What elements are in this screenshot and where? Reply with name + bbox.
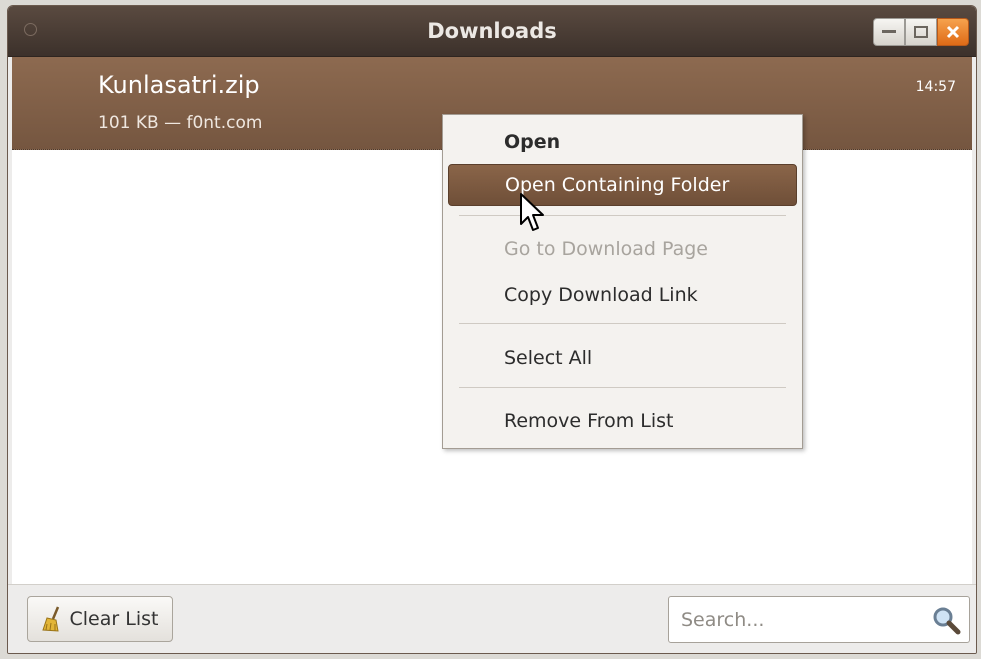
magnifier-icon[interactable] — [931, 605, 961, 635]
broom-icon — [41, 606, 59, 632]
window-title: Downloads — [427, 19, 557, 43]
menu-item-label: Open — [504, 131, 561, 153]
menu-item-remove-from-list[interactable]: Remove From List — [448, 400, 797, 442]
close-icon — [946, 25, 960, 39]
download-filename: Kunlasatri.zip — [98, 71, 260, 99]
search-field[interactable]: Search... — [668, 596, 970, 643]
menu-item-label: Go to Download Page — [504, 238, 708, 260]
download-meta: 101 KB — f0nt.com — [98, 113, 263, 133]
maximize-icon — [914, 26, 928, 38]
context-menu: Open Open Containing Folder Go to Downlo… — [442, 114, 803, 449]
menu-item-open-containing-folder[interactable]: Open Containing Folder — [448, 164, 797, 206]
window-controls — [873, 18, 969, 46]
close-button[interactable] — [937, 18, 969, 46]
menu-item-open[interactable]: Open — [448, 121, 797, 163]
minimize-button[interactable] — [873, 18, 905, 46]
menu-item-label: Select All — [504, 347, 593, 369]
download-time: 14:57 — [915, 79, 956, 95]
title-bar[interactable]: Downloads — [8, 6, 976, 57]
bottom-toolbar: Clear List Search... — [8, 584, 976, 653]
maximize-button[interactable] — [905, 18, 937, 46]
menu-separator — [459, 323, 786, 324]
menu-item-copy-download-link[interactable]: Copy Download Link — [448, 274, 797, 316]
clear-list-button[interactable]: Clear List — [27, 596, 173, 642]
menu-item-label: Remove From List — [504, 410, 674, 432]
clear-list-label: Clear List — [69, 608, 159, 630]
mouse-pointer-icon — [520, 193, 544, 231]
menu-separator — [459, 215, 786, 216]
menu-separator — [459, 387, 786, 388]
menu-item-label: Copy Download Link — [504, 284, 698, 306]
menu-item-select-all[interactable]: Select All — [448, 337, 797, 379]
menu-item-go-to-download-page: Go to Download Page — [448, 228, 797, 270]
minimize-icon — [882, 30, 896, 33]
search-placeholder: Search... — [681, 609, 765, 631]
